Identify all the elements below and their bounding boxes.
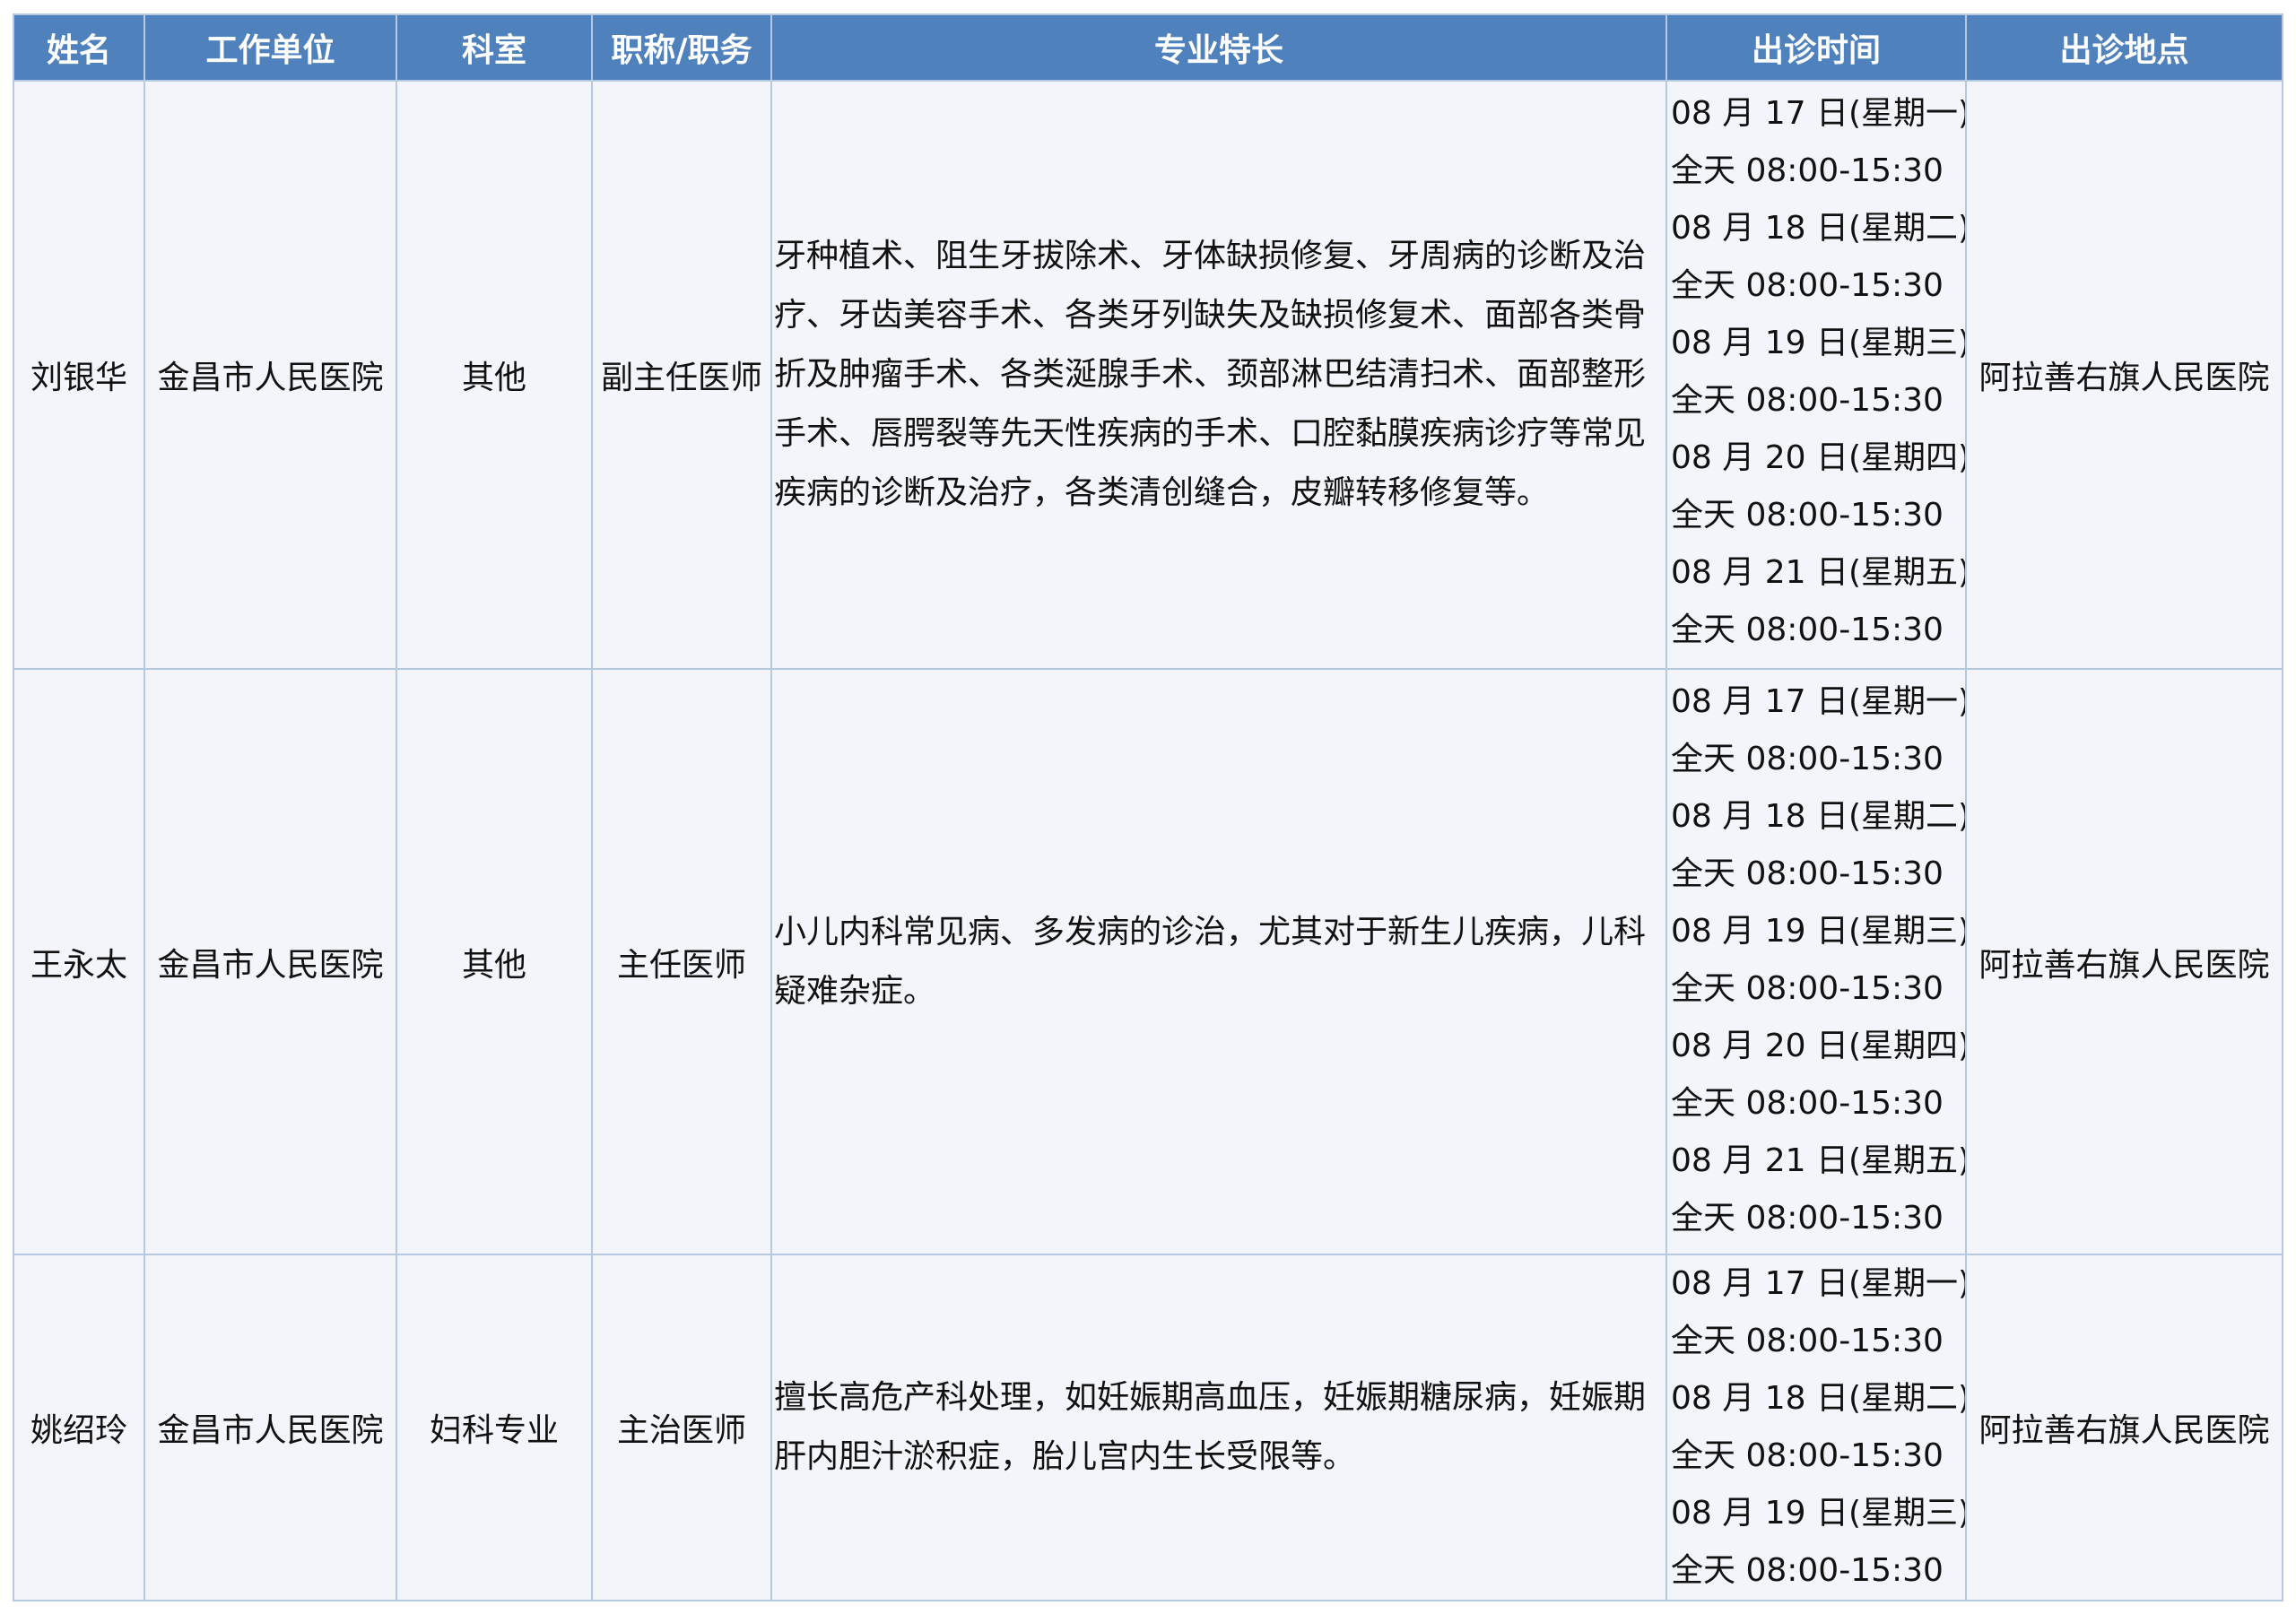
schedule-hours: 全天 08:00-15:30 — [1671, 1323, 1944, 1359]
doctor-name: 王永太 — [13, 668, 145, 1255]
schedule-cell: 08 月 17 日(星期一) 全天 08:00-15:30 08 月 18 日(… — [1665, 80, 1967, 670]
header-schedule: 出诊时间 — [1665, 13, 1967, 82]
schedule-date: 08 月 17 日(星期一) — [1671, 683, 1966, 720]
schedule-cell: 08 月 17 日(星期一) 全天 08:00-15:30 08 月 18 日(… — [1665, 668, 1967, 1255]
schedule-date: 08 月 20 日(星期四) — [1671, 439, 1966, 476]
specialty-text: 擅长高危产科处理，如妊娠期高血压，妊娠期糖尿病，妊娠期肝内胆汁淤积症，胎儿宫内生… — [770, 1254, 1667, 1601]
schedule-hours: 全天 08:00-15:30 — [1671, 855, 1944, 892]
schedule-date: 08 月 19 日(星期三) — [1671, 913, 1966, 950]
schedule-date: 08 月 18 日(星期二) — [1671, 798, 1966, 835]
header-title: 职称/职务 — [591, 13, 772, 82]
schedule-hours: 全天 08:00-15:30 — [1671, 612, 1944, 648]
schedule-hours: 全天 08:00-15:30 — [1671, 267, 1944, 304]
job-title: 副主任医师 — [591, 80, 772, 670]
schedule-hours: 全天 08:00-15:30 — [1671, 382, 1944, 419]
doctor-name: 刘银华 — [13, 80, 145, 670]
schedule-date: 08 月 17 日(星期一) — [1671, 1265, 1966, 1302]
schedule-date: 08 月 21 日(星期五) — [1671, 554, 1966, 591]
schedule-date: 08 月 18 日(星期二) — [1671, 1380, 1966, 1417]
schedule-date: 08 月 19 日(星期三) — [1671, 325, 1966, 361]
header-row: 姓名 工作单位 科室 职称/职务 专业特长 出诊时间 出诊地点 — [13, 13, 2283, 82]
clinic-location: 阿拉善右旗人民医院 — [1965, 668, 2283, 1255]
specialty-text: 牙种植术、阻生牙拔除术、牙体缺损修复、牙周病的诊断及治疗、牙齿美容手术、各类牙列… — [770, 80, 1667, 670]
table-row: 姚绍玲 金昌市人民医院 妇科专业 主治医师 擅长高危产科处理，如妊娠期高血压，妊… — [13, 1254, 2283, 1601]
schedule-date: 08 月 17 日(星期一) — [1671, 95, 1966, 132]
clinic-location: 阿拉善右旗人民医院 — [1965, 80, 2283, 670]
schedule-hours: 全天 08:00-15:30 — [1671, 970, 1944, 1007]
schedule-date: 08 月 21 日(星期五) — [1671, 1142, 1966, 1179]
schedule-hours: 全天 08:00-15:30 — [1671, 1552, 1944, 1589]
schedule-hours: 全天 08:00-15:30 — [1671, 1200, 1944, 1237]
schedule-hours: 全天 08:00-15:30 — [1671, 497, 1944, 534]
header-specialty: 专业特长 — [770, 13, 1667, 82]
doctor-schedule-sheet: 姓名 工作单位 科室 职称/职务 专业特长 出诊时间 出诊地点 刘银华 金昌市人… — [13, 13, 2283, 1601]
table-row: 王永太 金昌市人民医院 其他 主任医师 小儿内科常见病、多发病的诊治，尤其对于新… — [13, 668, 2283, 1255]
schedule-hours: 全天 08:00-15:30 — [1671, 741, 1944, 777]
schedule-hours: 全天 08:00-15:30 — [1671, 152, 1944, 189]
work-unit: 金昌市人民医院 — [144, 668, 397, 1255]
doctor-name: 姚绍玲 — [13, 1254, 145, 1601]
clinic-location: 阿拉善右旗人民医院 — [1965, 1254, 2283, 1601]
job-title: 主治医师 — [591, 1254, 772, 1601]
specialty-text: 小儿内科常见病、多发病的诊治，尤其对于新生儿疾病，儿科疑难杂症。 — [770, 668, 1667, 1255]
department: 妇科专业 — [396, 1254, 593, 1601]
schedule-hours: 全天 08:00-15:30 — [1671, 1085, 1944, 1122]
work-unit: 金昌市人民医院 — [144, 1254, 397, 1601]
schedule-hours: 全天 08:00-15:30 — [1671, 1437, 1944, 1474]
schedule-date: 08 月 20 日(星期四) — [1671, 1028, 1966, 1064]
header-unit: 工作单位 — [144, 13, 397, 82]
header-location: 出诊地点 — [1965, 13, 2283, 82]
header-dept: 科室 — [396, 13, 593, 82]
table-row: 刘银华 金昌市人民医院 其他 副主任医师 牙种植术、阻生牙拔除术、牙体缺损修复、… — [13, 80, 2283, 670]
work-unit: 金昌市人民医院 — [144, 80, 397, 670]
schedule-date: 08 月 18 日(星期二) — [1671, 210, 1966, 247]
department: 其他 — [396, 80, 593, 670]
doctor-schedule-table: 姓名 工作单位 科室 职称/职务 专业特长 出诊时间 出诊地点 刘银华 金昌市人… — [13, 13, 2283, 1601]
header-name: 姓名 — [13, 13, 145, 82]
schedule-date: 08 月 19 日(星期三) — [1671, 1495, 1966, 1532]
schedule-cell: 08 月 17 日(星期一) 全天 08:00-15:30 08 月 18 日(… — [1665, 1254, 1967, 1601]
job-title: 主任医师 — [591, 668, 772, 1255]
department: 其他 — [396, 668, 593, 1255]
